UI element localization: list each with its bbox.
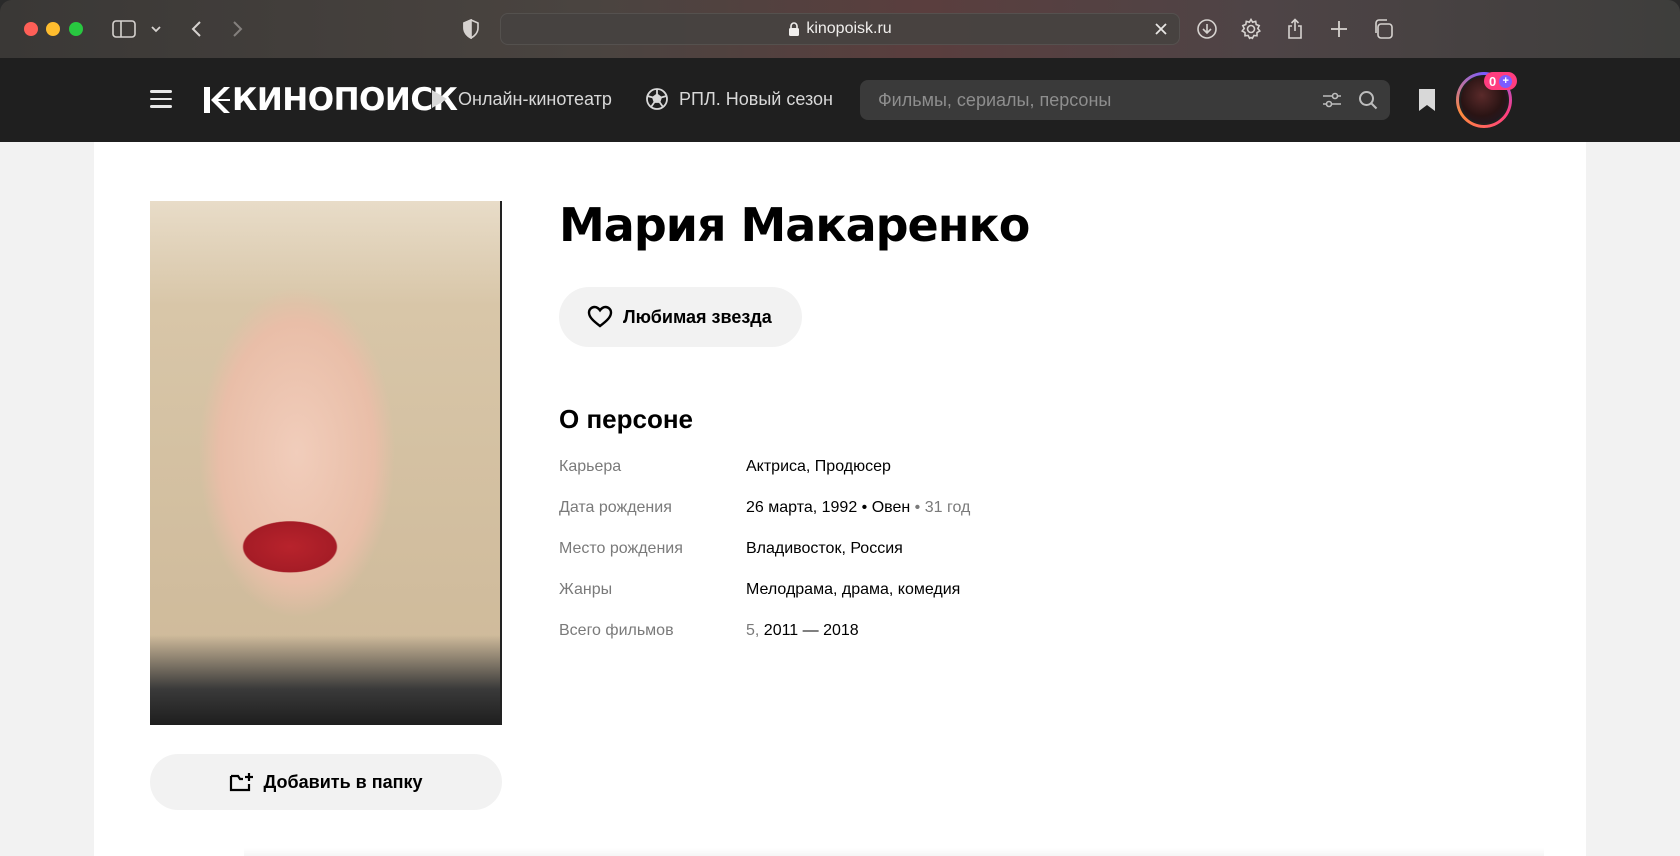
films-years: 2011 — 2018	[763, 622, 859, 639]
heart-icon	[587, 305, 613, 329]
play-icon	[430, 89, 448, 109]
plus-icon: +	[1499, 74, 1513, 88]
sidebar-icon	[112, 20, 136, 38]
lock-icon	[788, 21, 800, 37]
info-label: Всего фильмов	[559, 622, 674, 639]
person-photo	[150, 201, 502, 725]
age-value: • 31 год	[910, 499, 971, 516]
person-name: Мария Макаренко	[559, 198, 1030, 252]
sidebar-toggle-button[interactable]	[112, 16, 136, 42]
divider	[244, 848, 1544, 856]
birth-date-value[interactable]: 26 марта, 1992 • Овен	[746, 499, 910, 516]
info-row-genres: Жанры Мелодрама, драма, комедия	[559, 581, 960, 605]
add-to-folder-button[interactable]: Добавить в папку	[150, 754, 502, 810]
info-row-birth-place: Место рождения Владивосток, Россия	[559, 540, 903, 564]
share-icon	[1288, 18, 1302, 39]
info-label: Жанры	[559, 581, 613, 598]
gear-icon	[1240, 18, 1262, 40]
settings-button[interactable]	[1240, 16, 1262, 42]
search-box	[860, 80, 1390, 120]
films-count[interactable]: 5,	[746, 622, 764, 639]
clear-url-icon[interactable]	[1151, 19, 1171, 44]
address-bar-url: kinopoisk.ru	[806, 20, 892, 37]
kinopoisk-logo[interactable]: КИНОПОИСК	[204, 80, 458, 120]
info-row-total-films: Всего фильмов 5, 2011 — 2018	[559, 622, 859, 646]
add-folder-icon	[229, 771, 255, 793]
nav-rpl-season-label: РПЛ. Новый сезон	[679, 88, 833, 109]
info-value: 26 марта, 1992 • Овен • 31 год	[746, 499, 970, 523]
about-person-title: О персоне	[559, 404, 693, 434]
close-window-button[interactable]	[24, 22, 38, 36]
info-row-birth-date: Дата рождения 26 марта, 1992 • Овен • 31…	[559, 499, 970, 523]
download-icon	[1197, 19, 1217, 39]
info-label: Место рождения	[559, 540, 683, 557]
football-icon	[645, 87, 669, 111]
new-tab-button[interactable]	[1329, 16, 1349, 42]
tab-overview-button[interactable]	[1372, 16, 1394, 42]
info-value[interactable]: Владивосток, Россия	[746, 540, 903, 564]
chevron-down-icon	[151, 26, 161, 33]
favorite-star-label: Любимая звезда	[623, 306, 772, 327]
menu-icon[interactable]	[150, 90, 172, 108]
person-page: Добавить в папку Мария Макаренко Любимая…	[94, 142, 1586, 856]
add-to-folder-label: Добавить в папку	[263, 771, 423, 792]
tabs-icon	[1375, 19, 1393, 39]
info-label: Карьера	[559, 458, 622, 475]
maximize-window-button[interactable]	[69, 22, 83, 36]
info-value[interactable]: Мелодрама, драма, комедия	[746, 581, 960, 605]
plus-icon	[1331, 21, 1347, 37]
search-input[interactable]	[860, 80, 1314, 120]
bookmark-icon[interactable]	[1418, 88, 1436, 117]
info-label: Дата рождения	[559, 499, 672, 516]
site-header: КИНОПОИСК Онлайн-кинотеатр РПЛ. Новый се…	[0, 58, 1680, 142]
info-value[interactable]: Актриса, Продюсер	[746, 458, 891, 482]
tab-group-dropdown[interactable]	[150, 16, 162, 42]
info-value: 5, 2011 — 2018	[746, 622, 859, 646]
chevron-left-icon	[191, 21, 201, 37]
filters-icon[interactable]	[1314, 91, 1350, 109]
browser-toolbar: kinopoisk.ru	[0, 0, 1680, 58]
logo-text: КИНОПОИСК	[232, 82, 458, 118]
nav-rpl-season[interactable]: РПЛ. Новый сезон	[645, 86, 833, 112]
nav-online-cinema-label: Онлайн-кинотеатр	[458, 88, 612, 109]
shield-icon	[463, 19, 479, 39]
address-bar[interactable]: kinopoisk.ru	[500, 13, 1180, 45]
search-icon[interactable]	[1350, 90, 1386, 110]
minimize-window-button[interactable]	[46, 22, 60, 36]
favorite-star-button[interactable]: Любимая звезда	[559, 287, 802, 347]
downloads-button[interactable]	[1196, 16, 1218, 42]
logo-mark-icon	[204, 85, 230, 115]
notification-badge: 0 +	[1484, 72, 1518, 90]
forward-button[interactable]	[230, 16, 244, 42]
info-row-career: Карьера Актриса, Продюсер	[559, 458, 891, 482]
back-button[interactable]	[190, 16, 204, 42]
privacy-shield-button[interactable]	[462, 16, 480, 42]
chevron-right-icon	[233, 21, 243, 37]
share-button[interactable]	[1286, 16, 1304, 42]
notification-count: 0	[1489, 73, 1497, 89]
nav-online-cinema[interactable]: Онлайн-кинотеатр	[430, 86, 612, 112]
